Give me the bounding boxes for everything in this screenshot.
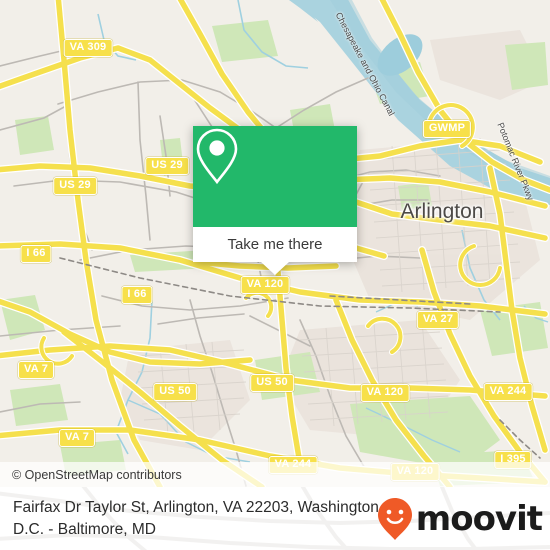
moovit-brand-logo[interactable]: moovit <box>374 496 543 542</box>
road-shield-i-66-b[interactable]: I 66 <box>121 286 153 304</box>
destination-callout-card[interactable]: Take me there <box>193 126 357 275</box>
address-line-2: D.C. - Baltimore, MD <box>13 520 156 538</box>
road-shield-va-27[interactable]: VA 27 <box>416 311 460 329</box>
callout-pointer-tail <box>261 262 289 275</box>
map-screenshot: Arlington Chesapeake and Ohio Canal Poto… <box>0 0 550 550</box>
moovit-wordmark: moovit <box>415 498 543 539</box>
road-shield-va-309[interactable]: VA 309 <box>63 39 113 57</box>
moovit-pin-smiley-icon <box>377 497 412 540</box>
take-me-there-label: Take me there <box>227 236 323 253</box>
road-shield-va-7-a[interactable]: VA 7 <box>17 361 55 379</box>
road-shield-va-120-a[interactable]: VA 120 <box>240 276 290 294</box>
map-pin-icon <box>196 128 238 185</box>
address-line-1: Fairfax Dr Taylor St, Arlington, VA 2220… <box>13 498 384 516</box>
take-me-there-button[interactable]: Take me there <box>193 227 357 262</box>
road-shield-va-7-b[interactable]: VA 7 <box>58 429 96 447</box>
road-shield-us-29-b[interactable]: US 29 <box>53 177 97 195</box>
road-shield-us-50-a[interactable]: US 50 <box>153 383 197 401</box>
osm-attribution-text[interactable]: © OpenStreetMap contributors <box>0 468 182 482</box>
road-shield-i-66-a[interactable]: I 66 <box>20 245 52 263</box>
destination-address: Fairfax Dr Taylor St, Arlington, VA 2220… <box>0 497 423 541</box>
road-shield-va-244-a[interactable]: VA 244 <box>483 383 533 401</box>
road-shield-gwmp[interactable]: GWMP <box>422 120 472 138</box>
road-shield-va-120-b[interactable]: VA 120 <box>360 384 410 402</box>
map-canvas[interactable]: Arlington Chesapeake and Ohio Canal Poto… <box>0 0 550 487</box>
place-label-arlington: Arlington <box>400 200 484 223</box>
road-shield-us-50-b[interactable]: US 50 <box>250 374 294 392</box>
footer-bar: Fairfax Dr Taylor St, Arlington, VA 2220… <box>0 487 550 550</box>
map-attribution-bar: © OpenStreetMap contributors <box>0 462 550 487</box>
road-shield-us-29-a[interactable]: US 29 <box>145 157 189 175</box>
callout-marker-panel <box>193 126 357 227</box>
